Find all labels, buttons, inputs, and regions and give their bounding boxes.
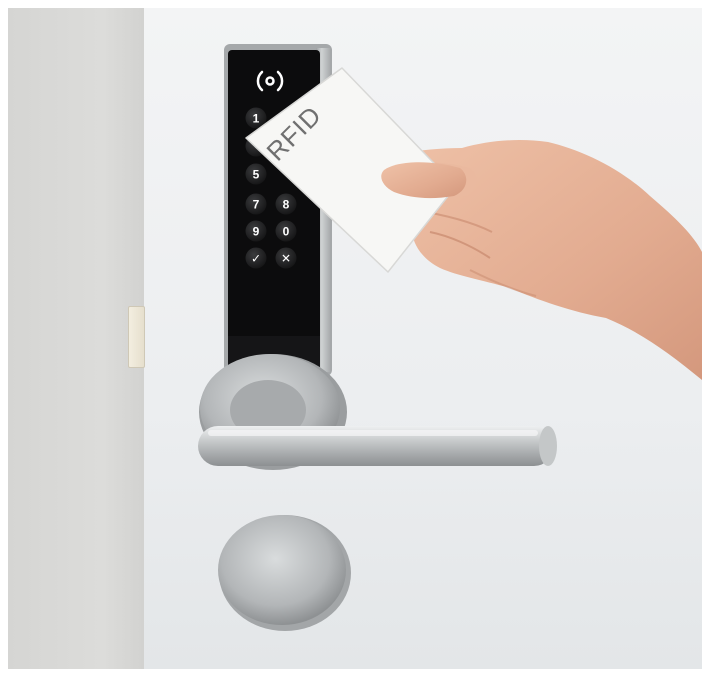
lock-illustration: 1 5 7 8 9 0 ✓ ✕ (198, 44, 702, 631)
key-8-label: 8 (283, 198, 290, 212)
key-cancel-label: ✕ (281, 252, 291, 266)
key-confirm: ✓ (245, 247, 267, 269)
photo-scene: 1 5 7 8 9 0 ✓ ✕ RFID (0, 0, 710, 677)
key-7: 7 (245, 193, 267, 215)
key-9: 9 (245, 220, 267, 242)
key-5: 5 (245, 163, 267, 185)
key-0-label: 0 (283, 225, 290, 239)
key-cancel: ✕ (275, 247, 297, 269)
key-5-label: 5 (253, 168, 260, 182)
key-confirm-label: ✓ (251, 252, 261, 266)
key-0: 0 (275, 220, 297, 242)
key-1-label: 1 (253, 112, 260, 126)
key-9-label: 9 (253, 225, 260, 239)
cylinder-cover (218, 515, 351, 631)
lever-handle (198, 426, 557, 466)
key-8: 8 (275, 193, 297, 215)
key-7-label: 7 (253, 198, 260, 212)
